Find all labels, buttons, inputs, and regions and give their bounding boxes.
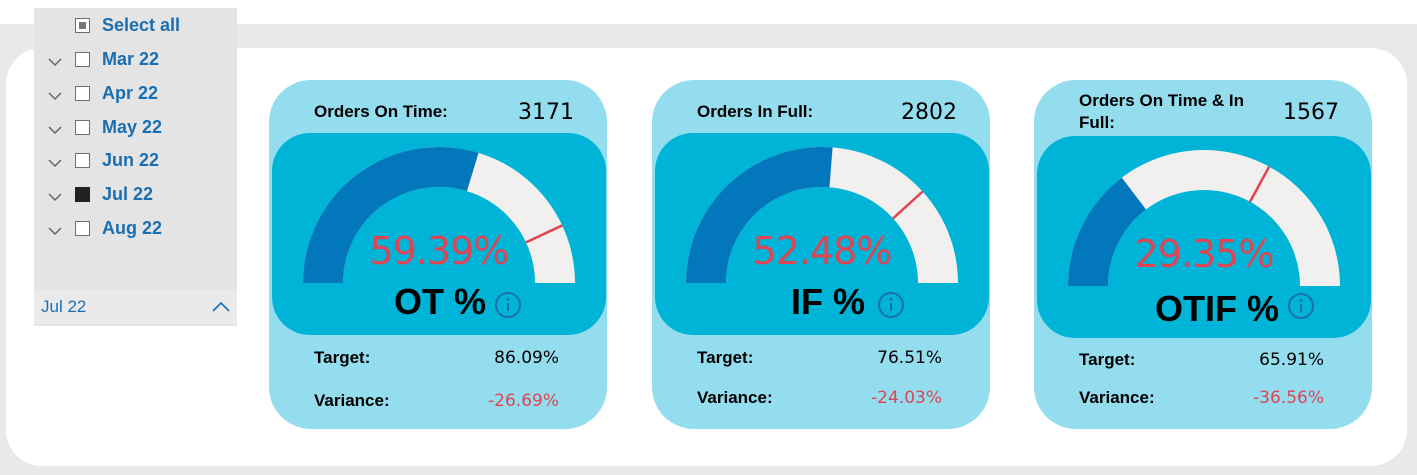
- variance-value: -36.56%: [1253, 388, 1324, 408]
- kpi-card-if: Orders In Full: 2802 52.48% IF % Target:…: [652, 80, 990, 429]
- chevron-down-icon[interactable]: [48, 156, 62, 170]
- kpi-card-otif: Orders On Time & In Full: 1567 29.35% OT…: [1034, 80, 1372, 429]
- chevron-down-icon[interactable]: [48, 55, 62, 69]
- gauge-title: IF %: [791, 281, 866, 322]
- card-header: Orders In Full: 2802: [697, 94, 957, 134]
- target-value: 65.91%: [1259, 350, 1324, 370]
- gauge-value: 59.39%: [369, 229, 510, 273]
- slicer-item-mar-22[interactable]: Mar 22: [34, 48, 237, 78]
- metric-label: Orders On Time:: [314, 102, 448, 121]
- variance-label: Variance:: [1079, 388, 1155, 407]
- gauge-title: OTIF %: [1155, 288, 1279, 329]
- target-label: Target:: [1079, 350, 1136, 369]
- metric-label: Orders On Time & In Full:: [1079, 91, 1245, 132]
- gauge-title: OT %: [394, 281, 487, 322]
- target-row: Target: 65.91%: [1079, 350, 1324, 374]
- card-header: Orders On Time & In Full: 1567: [1079, 91, 1339, 134]
- gauge-panel: 52.48% IF %: [655, 133, 989, 335]
- slicer-item-label: Mar 22: [102, 49, 160, 69]
- slicer-item-may-22[interactable]: May 22: [34, 116, 237, 146]
- slicer-select-all[interactable]: Select all: [34, 14, 237, 44]
- metric-value: 2802: [901, 100, 957, 125]
- target-label: Target:: [697, 348, 754, 367]
- info-icon[interactable]: [877, 291, 905, 319]
- slicer-checkbox[interactable]: [75, 86, 90, 101]
- slicer-item-jun-22[interactable]: Jun 22: [34, 149, 237, 179]
- slicer-item-aug-22[interactable]: Aug 22: [34, 217, 237, 247]
- slicer-checkbox[interactable]: [75, 120, 90, 135]
- variance-value: -26.69%: [488, 391, 559, 411]
- slicer-checkbox[interactable]: [75, 52, 90, 67]
- kpi-card-ot: Orders On Time: 3171 59.39% OT % Target:…: [269, 80, 607, 429]
- slicer-checkbox[interactable]: [75, 221, 90, 236]
- slicer-item-label: Apr 22: [102, 83, 159, 103]
- metric-label: Orders In Full:: [697, 102, 814, 121]
- chevron-down-icon[interactable]: [48, 123, 62, 137]
- chevron-down-icon[interactable]: [48, 224, 62, 238]
- gauge-panel: 59.39% OT %: [272, 133, 606, 335]
- select-all-checkbox[interactable]: [75, 18, 90, 33]
- gauge-panel: 29.35% OTIF %: [1037, 136, 1371, 338]
- metric-value: 3171: [518, 100, 574, 125]
- variance-row: Variance: -26.69%: [314, 391, 559, 415]
- info-icon[interactable]: [494, 291, 522, 319]
- slicer-checkbox-checked[interactable]: [75, 187, 90, 202]
- variance-row: Variance: -24.03%: [697, 388, 942, 412]
- target-row: Target: 86.09%: [314, 348, 559, 372]
- month-slicer-dropdown[interactable]: Select all Mar 22 Apr 22 May 22 Jun 22 J…: [34, 8, 237, 326]
- card-header: Orders On Time: 3171: [314, 94, 574, 134]
- info-icon[interactable]: [1287, 292, 1315, 320]
- chevron-down-icon[interactable]: [48, 89, 62, 103]
- variance-row: Variance: -36.56%: [1079, 388, 1324, 412]
- metric-value: 1567: [1283, 100, 1339, 125]
- variance-label: Variance:: [314, 391, 390, 410]
- slicer-item-label: May 22: [102, 117, 163, 137]
- variance-value: -24.03%: [871, 388, 942, 408]
- chevron-down-icon[interactable]: [48, 190, 62, 204]
- variance-label: Variance:: [697, 388, 773, 407]
- slicer-item-apr-22[interactable]: Apr 22: [34, 82, 237, 112]
- slicer-item-label: Jul 22: [102, 184, 154, 204]
- chevron-up-icon[interactable]: [212, 300, 230, 314]
- target-label: Target:: [314, 348, 371, 367]
- gauge-value: 29.35%: [1134, 232, 1275, 276]
- select-all-label: Select all: [102, 15, 181, 35]
- slicer-header[interactable]: Jul 22: [34, 290, 237, 324]
- slicer-item-jul-22[interactable]: Jul 22: [34, 183, 237, 213]
- slicer-checkbox[interactable]: [75, 153, 90, 168]
- slicer-item-label: Jun 22: [102, 150, 160, 170]
- slicer-item-label: Aug 22: [102, 218, 163, 238]
- target-row: Target: 76.51%: [697, 348, 942, 372]
- gauge-value: 52.48%: [752, 229, 893, 273]
- target-value: 86.09%: [494, 348, 559, 368]
- slicer-selected-value: Jul 22: [41, 297, 87, 316]
- target-value: 76.51%: [877, 348, 942, 368]
